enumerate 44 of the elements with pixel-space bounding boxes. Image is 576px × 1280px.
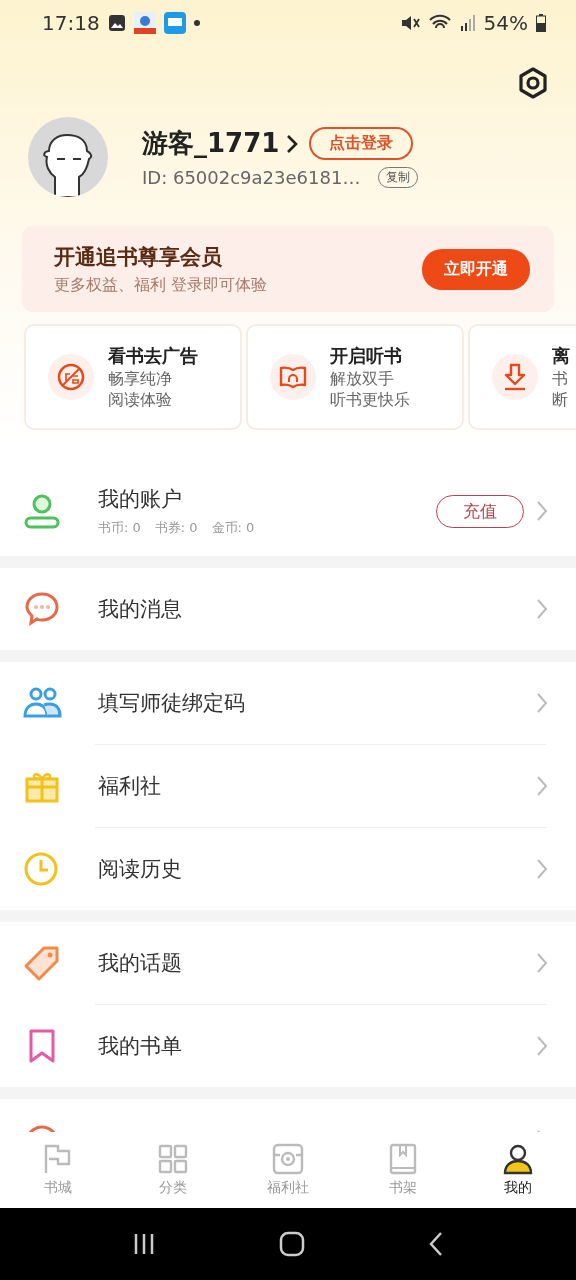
card-title: 看书去广告 (108, 344, 198, 368)
status-time: 17:18 (42, 11, 100, 35)
card-text: 解放双手 (330, 368, 395, 389)
menu-row[interactable]: 我的书单 (0, 1005, 576, 1087)
row-label: 我的消息 (98, 596, 183, 623)
menu-row[interactable]: 填写师徒绑定码 (0, 662, 576, 744)
row-label: 我的话题 (98, 950, 183, 977)
menu-row[interactable]: 我的话题 (0, 922, 576, 1004)
card-text: 畅享纯净 (108, 368, 173, 389)
user-name[interactable]: 游客_1771 (142, 126, 280, 161)
feature-card[interactable]: 离 书 断 (470, 326, 576, 428)
nav-tab[interactable]: 我的 (460, 1132, 576, 1208)
tab-label: 书城 (43, 1179, 72, 1197)
menu-row[interactable]: 我的消息 (0, 568, 576, 650)
user-id: ID: 65002c9a23e6181… (142, 167, 361, 188)
open-vip-button[interactable]: 立即开通 (422, 248, 530, 290)
balance-text: 金币: 0 (211, 519, 255, 537)
card-text: 听书更快乐 (330, 389, 410, 410)
card-title: 开启听书 (330, 344, 403, 368)
balance-text: 书币: 0 (98, 519, 141, 537)
banner-title: 开通追书尊享会员 (54, 243, 223, 271)
menu-row[interactable]: 阅读历史 (0, 828, 576, 910)
feature-card[interactable]: 看书去广告 畅享纯净 阅读体验 (26, 326, 240, 428)
balance-text: 书券: 0 (154, 519, 198, 537)
login-button[interactable]: 点击登录 (309, 127, 414, 160)
banner-subtitle: 更多权益、福利 登录即可体验 (54, 274, 269, 296)
battery-percent: 54% (483, 11, 528, 35)
feature-card[interactable]: 开启听书 解放双手 听书更快乐 (248, 326, 462, 428)
tab-label: 福利社 (267, 1179, 309, 1197)
card-text: 书 (552, 368, 569, 389)
account-row[interactable]: 我的账户 书币: 0 书券: 0 金币: 0 充值 (0, 466, 576, 556)
row-label: 福利社 (98, 773, 162, 800)
tab-label: 书架 (389, 1179, 418, 1197)
row-label: 阅读历史 (98, 856, 183, 883)
card-text: 断 (552, 389, 569, 410)
card-text: 阅读体验 (108, 389, 173, 410)
row-label: 我的书单 (98, 1033, 183, 1060)
row-label: 填写师徒绑定码 (98, 690, 246, 717)
row-label: 我的账户 (98, 487, 182, 511)
menu-row[interactable]: 福利社 (0, 745, 576, 827)
card-title: 离 (552, 344, 570, 368)
vip-banner[interactable]: 开通追书尊享会员 更多权益、福利 登录即可体验 立即开通 (22, 226, 554, 312)
tab-label: 我的 (504, 1179, 533, 1197)
tab-label: 分类 (158, 1179, 187, 1197)
